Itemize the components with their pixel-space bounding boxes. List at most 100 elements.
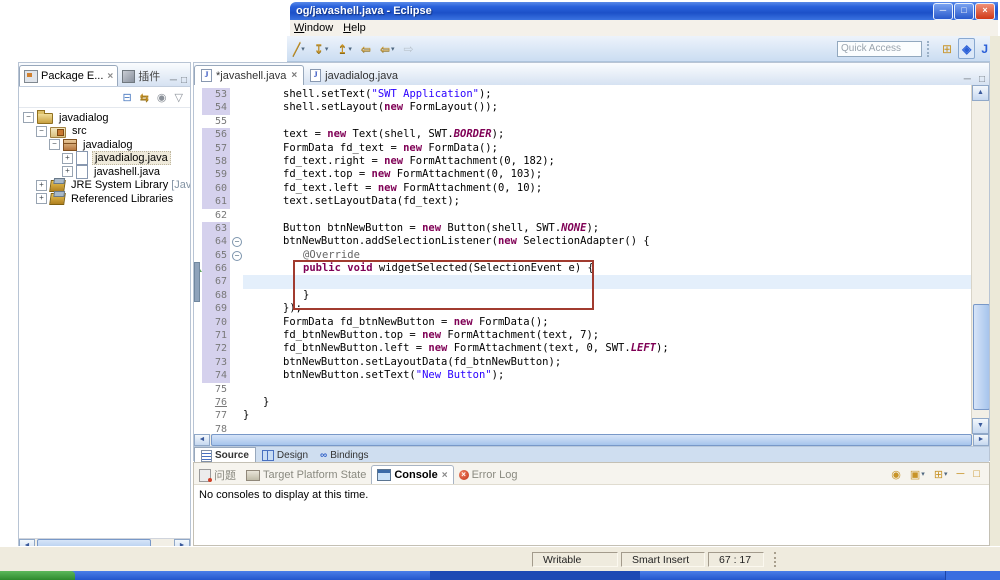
gutter-marker-column[interactable] [194,235,202,248]
expander-icon[interactable]: − [36,126,47,137]
gutter-marker-column[interactable] [194,249,202,262]
expander-icon[interactable]: + [36,193,47,204]
taskbar-active-task[interactable] [430,571,640,580]
code-text[interactable]: btnNewButton.addSelectionListener(new Se… [243,235,972,248]
editor-tab--javashell-java[interactable]: J*javashell.java× [194,65,304,85]
gutter-marker-column[interactable] [194,101,202,114]
line-number[interactable]: 69 [202,302,230,315]
line-number[interactable]: 59 [202,168,230,181]
javaee-perspective-button[interactable]: ◈ [958,38,975,59]
expander-icon[interactable]: − [49,139,60,150]
line-number[interactable]: 73 [202,356,230,369]
maximize-view-button[interactable]: □ [970,465,983,483]
fold-column[interactable] [230,195,243,208]
fold-column[interactable]: − [230,249,243,262]
editor-vscrollbar[interactable]: ▲ ▼ [971,85,989,434]
close-icon[interactable]: × [107,71,113,82]
line-number[interactable]: 61 [202,195,230,208]
line-number[interactable]: 63 [202,222,230,235]
fold-column[interactable] [230,262,243,275]
next-annotation-button[interactable]: ↧▾ [311,38,332,59]
fold-column[interactable] [230,383,243,396]
last-edit-location-button[interactable]: ╱▾ [290,38,308,59]
gutter-marker-column[interactable] [194,356,202,369]
fold-column[interactable] [230,222,243,235]
line-number[interactable]: 70 [202,316,230,329]
fold-column[interactable] [230,289,243,302]
dropdown-icon[interactable]: ▾ [325,45,329,53]
tab-source[interactable]: Source [194,447,256,463]
code-text[interactable]: fd_btnNewButton.left = new FormAttachmen… [243,342,972,355]
fold-column[interactable] [230,342,243,355]
code-text[interactable] [243,383,972,396]
line-number[interactable]: 62 [202,209,230,222]
code-text[interactable]: fd_text.right = new FormAttachment(0, 18… [243,155,972,168]
code-text[interactable]: } [243,396,972,409]
code-text[interactable] [243,209,972,222]
tree-item-javadialog[interactable]: −javadialog [19,138,190,152]
line-number[interactable]: 77 [202,409,230,422]
fold-toggle-icon[interactable]: − [232,237,242,247]
code-text[interactable]: text.setLayoutData(fd_text); [243,195,972,208]
gutter-marker-column[interactable] [194,209,202,222]
menu-window[interactable]: Window [290,22,339,34]
tab-design[interactable]: Design [256,448,314,463]
code-text[interactable]: Button btnNewButton = new Button(shell, … [243,222,972,235]
line-number[interactable]: 65 [202,249,230,262]
start-button-edge[interactable] [0,571,75,580]
tree-item-src[interactable]: −src [19,125,190,139]
minimize-view-button[interactable]: ─ [954,465,968,483]
dropdown-icon[interactable]: ▾ [348,45,352,53]
gutter-marker-column[interactable] [194,128,202,141]
fold-column[interactable] [230,396,243,409]
gutter-marker-column[interactable] [194,369,202,382]
fold-column[interactable] [230,209,243,222]
gutter-marker-column[interactable] [194,383,202,396]
code-editor[interactable]: 53shell.setText("SWT Application");54she… [194,85,989,434]
expander-icon[interactable]: − [23,112,34,123]
fold-column[interactable] [230,302,243,315]
back-button[interactable]: ⇦▾ [377,38,398,59]
tree-item-javadialog-java[interactable]: +javadialog.java [19,152,190,166]
editor-hscrollbar[interactable]: ◄ ► [194,434,989,446]
tab-package-explorer[interactable]: Package E... × [19,65,118,86]
fold-column[interactable] [230,369,243,382]
gutter-marker-column[interactable] [194,168,202,181]
expander-icon[interactable]: + [62,166,73,177]
menu-help[interactable]: Help [337,22,372,34]
line-number[interactable]: 72 [202,342,230,355]
fold-column[interactable] [230,423,243,434]
line-number[interactable]: 56 [202,128,230,141]
code-text[interactable]: fd_text.top = new FormAttachment(0, 103)… [243,168,972,181]
maximize-editor-icon[interactable]: □ [979,74,985,85]
code-text[interactable]: fd_text.left = new FormAttachment(0, 10)… [243,182,972,195]
code-text[interactable]: shell.setLayout(new FormLayout()); [243,101,972,114]
fold-column[interactable] [230,409,243,422]
dropdown-icon[interactable]: ▾ [301,45,305,53]
line-number[interactable]: 75 [202,383,230,396]
taskbar[interactable] [0,571,1000,580]
fold-column[interactable] [230,182,243,195]
open-console-button[interactable]: ⊞▾ [931,465,951,483]
gutter-marker-column[interactable] [194,182,202,195]
gutter-marker-column[interactable] [194,222,202,235]
gutter-marker-column[interactable] [194,195,202,208]
tree-item-referenced-libraries[interactable]: +Referenced Libraries [19,192,190,206]
line-number[interactable]: 76 [202,396,230,409]
code-text[interactable]: shell.setText("SWT Application"); [243,88,972,101]
fold-column[interactable] [230,316,243,329]
line-number[interactable]: 74 [202,369,230,382]
pin-console-button[interactable]: ◉ [888,465,904,483]
scroll-down-icon[interactable]: ▼ [972,418,989,434]
close-icon[interactable]: × [442,470,448,481]
scrollbar-thumb[interactable] [973,304,989,410]
line-number[interactable]: 64 [202,235,230,248]
dropdown-icon[interactable]: ▾ [391,45,395,53]
console-tab-console[interactable]: Console× [371,465,453,484]
code-text[interactable]: btnNewButton.setText("New Button"); [243,369,972,382]
scroll-left-icon[interactable]: ◄ [194,434,210,446]
scrollbar-thumb[interactable] [211,434,972,446]
console-tab-error-log[interactable]: ×Error Log [454,466,523,484]
fold-column[interactable] [230,168,243,181]
gutter-marker-column[interactable] [194,115,202,128]
